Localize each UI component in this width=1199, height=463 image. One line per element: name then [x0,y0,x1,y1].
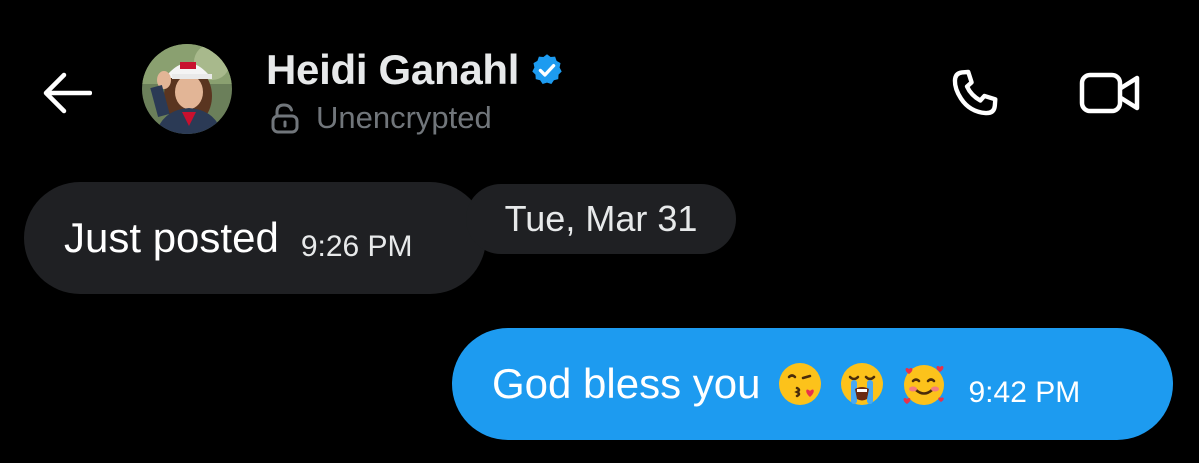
video-call-button[interactable] [1078,64,1142,122]
back-button[interactable] [40,70,93,116]
loudly-crying-face-emoji [840,363,883,405]
avatar[interactable] [142,44,232,134]
encryption-label: Unencrypted [316,100,492,135]
smiling-face-with-hearts-emoji [903,365,944,405]
message-timestamp: 9:26 PM [300,230,413,263]
incoming-message-bubble[interactable]: Just posted 9:26 PM [24,182,486,294]
kissing-face-with-heart-emoji [778,363,821,405]
contact-name: Heidi Ganahl [266,46,520,93]
video-camera-icon [1079,72,1140,114]
phone-icon [952,69,998,116]
verified-badge-icon [532,54,562,84]
date-separator: Tue, Mar 31 [466,184,736,254]
contact-name-row[interactable]: Heidi Ganahl [266,42,565,98]
message-text: God bless you [492,360,761,407]
call-button[interactable] [946,64,1004,122]
message-text: Just posted [64,214,279,261]
back-arrow-icon [43,72,93,114]
unlocked-lock-icon [271,103,299,134]
message-timestamp: 9:42 PM [968,376,1081,409]
outgoing-message-bubble[interactable]: God bless you 9:42 PM [452,328,1173,440]
encryption-status: Unencrypted [268,98,492,138]
